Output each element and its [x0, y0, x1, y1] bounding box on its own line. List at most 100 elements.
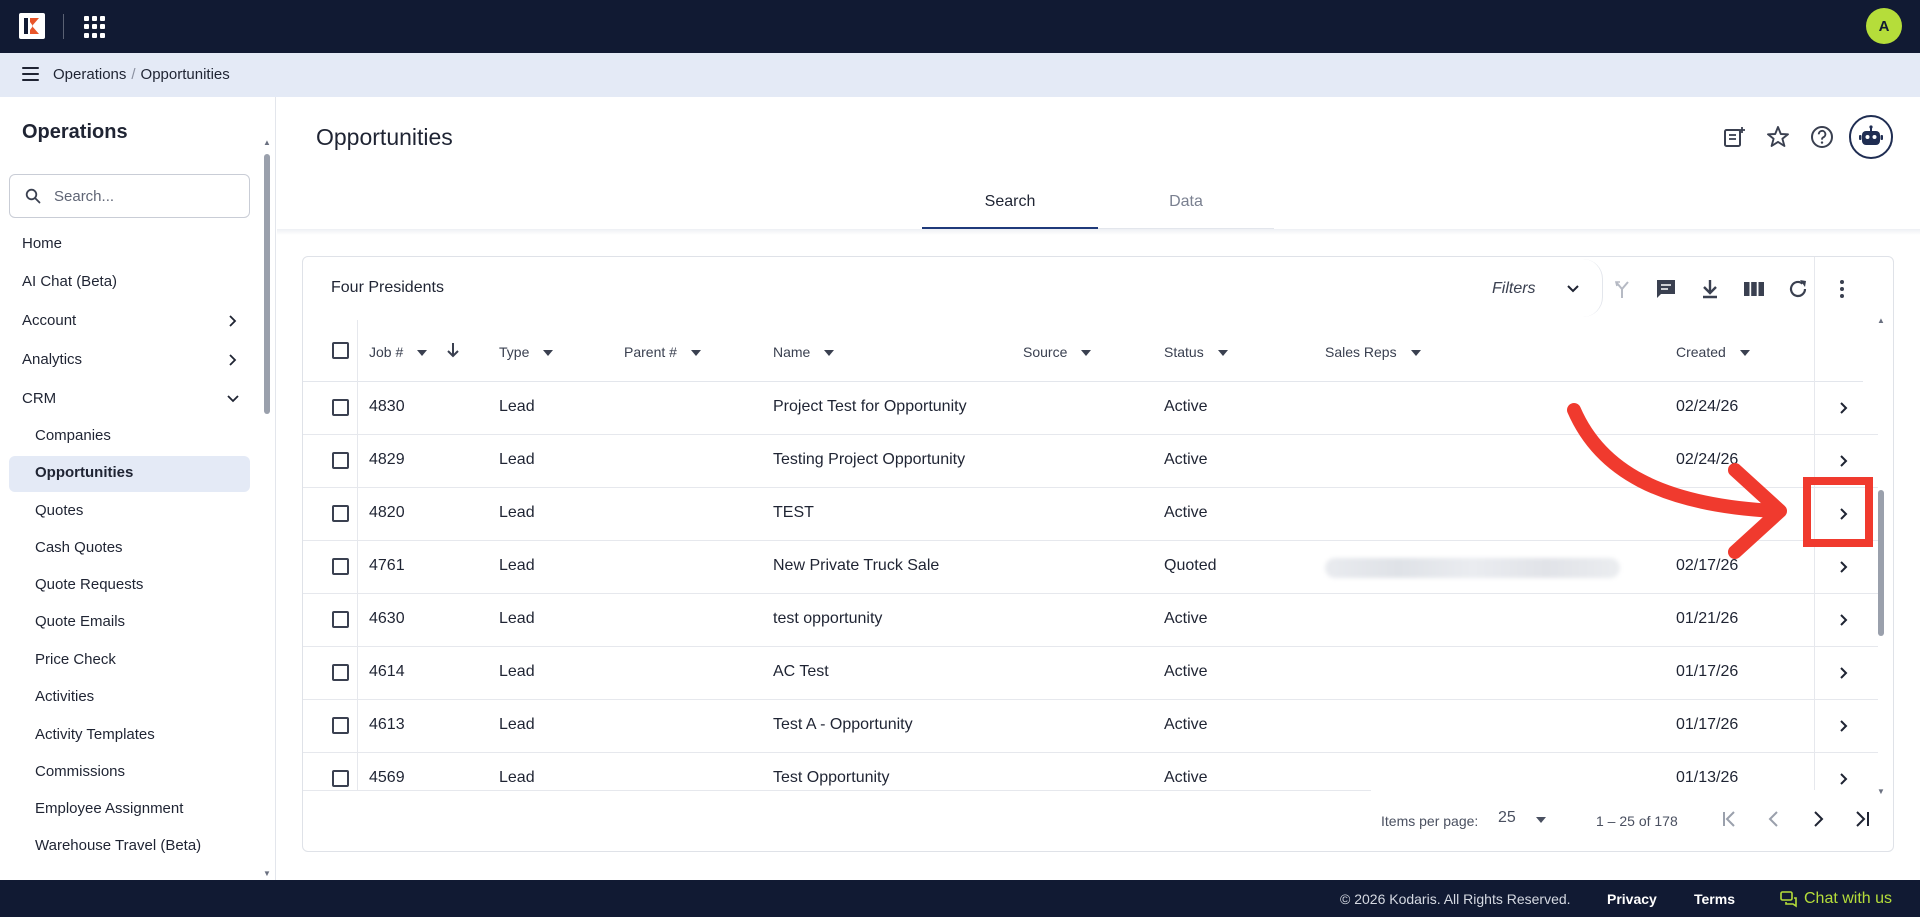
table-row[interactable]: 4830 Lead Project Test for Opportunity A…: [303, 382, 1878, 435]
row-checkbox[interactable]: [332, 558, 349, 575]
table-row[interactable]: 4630 Lead test opportunity Active 01/21/…: [303, 594, 1878, 647]
table-scroll-thumb[interactable]: [1878, 490, 1884, 636]
chevron-right-icon[interactable]: [1833, 767, 1855, 791]
cell-status: Active: [1164, 663, 1208, 680]
row-checkbox[interactable]: [332, 452, 349, 469]
row-checkbox[interactable]: [332, 770, 349, 787]
breadcrumb-opportunities[interactable]: Opportunities: [141, 66, 230, 83]
cell-name: AC Test: [773, 663, 829, 680]
scroll-down-arrow-icon[interactable]: ▼: [262, 869, 272, 878]
sidebar-item-activity-templates[interactable]: Activity Templates: [35, 721, 155, 749]
help-icon[interactable]: [1809, 124, 1835, 150]
cell-created: 01/17/26: [1676, 716, 1739, 733]
download-icon[interactable]: [1696, 275, 1724, 303]
table-row[interactable]: 4613 Lead Test A - Opportunity Active 01…: [303, 700, 1878, 753]
row-checkbox[interactable]: [332, 717, 349, 734]
ai-assistant-button[interactable]: [1849, 115, 1893, 159]
cell-type: Lead: [499, 451, 535, 468]
sidebar-item-activities[interactable]: Activities: [35, 683, 94, 711]
row-checkbox[interactable]: [332, 611, 349, 628]
last-page-icon[interactable]: [1848, 805, 1876, 833]
sidebar-item-crm[interactable]: CRM: [22, 385, 240, 413]
sidebar-scrollbar[interactable]: ▲ ▼: [262, 138, 272, 878]
first-page-icon[interactable]: [1716, 805, 1744, 833]
merge-icon[interactable]: [1608, 275, 1636, 303]
user-avatar[interactable]: A: [1866, 8, 1902, 44]
tab-data[interactable]: Data: [1098, 185, 1274, 229]
columns-icon[interactable]: [1740, 275, 1768, 303]
column-header-created[interactable]: Created: [1676, 344, 1750, 360]
chevron-right-icon[interactable]: [1833, 449, 1855, 473]
cell-name: test opportunity: [773, 610, 883, 627]
sidebar-item-quotes[interactable]: Quotes: [35, 497, 83, 525]
cell-type: Lead: [499, 398, 535, 415]
table-row[interactable]: 4614 Lead AC Test Active 01/17/26: [303, 647, 1878, 700]
table-row[interactable]: 4829 Lead Testing Project Opportunity Ac…: [303, 435, 1878, 488]
sidebar-item-employee-assignment[interactable]: Employee Assignment: [35, 795, 183, 823]
sidebar-item-opportunities[interactable]: Opportunities: [9, 456, 250, 492]
table-scrollbar[interactable]: ▲ ▼: [1876, 316, 1886, 796]
dropdown-arrow-icon: [1217, 350, 1228, 357]
chat-with-us-button[interactable]: Chat with us: [1780, 888, 1892, 910]
table-row[interactable]: 4820 Lead TEST Active: [303, 488, 1878, 541]
sidebar-item-analytics[interactable]: Analytics: [22, 346, 240, 374]
chevron-right-icon[interactable]: [1833, 396, 1855, 420]
scroll-down-arrow-icon[interactable]: ▼: [1876, 787, 1886, 796]
breadcrumb: Operations / Opportunities: [53, 66, 230, 83]
terms-link[interactable]: Terms: [1694, 891, 1735, 907]
refresh-icon[interactable]: [1784, 275, 1812, 303]
sidebar-item-companies[interactable]: Companies: [35, 422, 111, 450]
sort-arrow-down-icon[interactable]: [445, 340, 461, 360]
breadcrumb-bar: Operations / Opportunities: [0, 53, 1920, 97]
scroll-up-arrow-icon[interactable]: ▲: [1876, 316, 1886, 325]
cell-job: 4569: [369, 769, 405, 786]
chevron-right-icon[interactable]: [1833, 714, 1855, 738]
add-note-icon[interactable]: [1721, 124, 1747, 150]
column-header-job[interactable]: Job #: [369, 344, 428, 360]
privacy-link[interactable]: Privacy: [1607, 891, 1657, 907]
sidebar-item-quote-emails[interactable]: Quote Emails: [35, 608, 125, 636]
apps-grid-icon[interactable]: [84, 16, 106, 38]
menu-icon[interactable]: [22, 67, 39, 81]
column-header-sales-reps[interactable]: Sales Reps: [1325, 344, 1421, 360]
cell-name: Test A - Opportunity: [773, 716, 913, 733]
column-header-source[interactable]: Source: [1023, 344, 1092, 360]
sidebar-item-home[interactable]: Home: [22, 230, 240, 258]
tab-search[interactable]: Search: [922, 185, 1098, 229]
select-all-checkbox[interactable]: [332, 342, 349, 359]
sidebar-item-cash-quotes[interactable]: Cash Quotes: [35, 534, 123, 562]
sidebar-item-ai-chat[interactable]: AI Chat (Beta): [22, 268, 240, 296]
scroll-up-arrow-icon[interactable]: ▲: [262, 138, 272, 147]
table-row[interactable]: 4761 Lead New Private Truck Sale Quoted …: [303, 541, 1878, 594]
sidebar-item-account[interactable]: Account: [22, 307, 240, 335]
previous-page-icon[interactable]: [1760, 805, 1788, 833]
sidebar-item-warehouse-travel[interactable]: Warehouse Travel (Beta): [35, 832, 201, 860]
kodaris-logo[interactable]: [19, 13, 45, 39]
cell-name: Testing Project Opportunity: [773, 451, 966, 468]
chevron-right-icon[interactable]: [1833, 555, 1855, 579]
breadcrumb-operations[interactable]: Operations: [53, 66, 126, 83]
next-page-icon[interactable]: [1804, 805, 1832, 833]
sidebar-item-quote-requests[interactable]: Quote Requests: [35, 571, 143, 599]
sidebar-item-price-check[interactable]: Price Check: [35, 646, 116, 674]
sidebar-search-input[interactable]: [54, 185, 239, 207]
table-row[interactable]: 4569 Lead Test Opportunity Active 01/13/…: [303, 753, 1878, 806]
row-checkbox[interactable]: [332, 664, 349, 681]
row-checkbox[interactable]: [332, 399, 349, 416]
dropdown-arrow-icon: [824, 350, 835, 357]
sidebar-scroll-thumb[interactable]: [264, 154, 270, 414]
chevron-right-icon[interactable]: [1833, 502, 1855, 526]
filters-dropdown[interactable]: Filters: [1488, 269, 1598, 309]
star-icon[interactable]: [1765, 124, 1791, 150]
sidebar-item-commissions[interactable]: Commissions: [35, 758, 125, 786]
column-header-status[interactable]: Status: [1164, 344, 1228, 360]
column-header-type[interactable]: Type: [499, 344, 554, 360]
row-checkbox[interactable]: [332, 505, 349, 522]
more-vert-icon[interactable]: [1828, 275, 1856, 303]
items-per-page-select[interactable]: 25: [1498, 809, 1548, 833]
column-header-parent[interactable]: Parent #: [624, 344, 701, 360]
column-header-name[interactable]: Name: [773, 344, 835, 360]
chevron-right-icon[interactable]: [1833, 608, 1855, 632]
chevron-right-icon[interactable]: [1833, 661, 1855, 685]
comment-icon[interactable]: [1652, 275, 1680, 303]
